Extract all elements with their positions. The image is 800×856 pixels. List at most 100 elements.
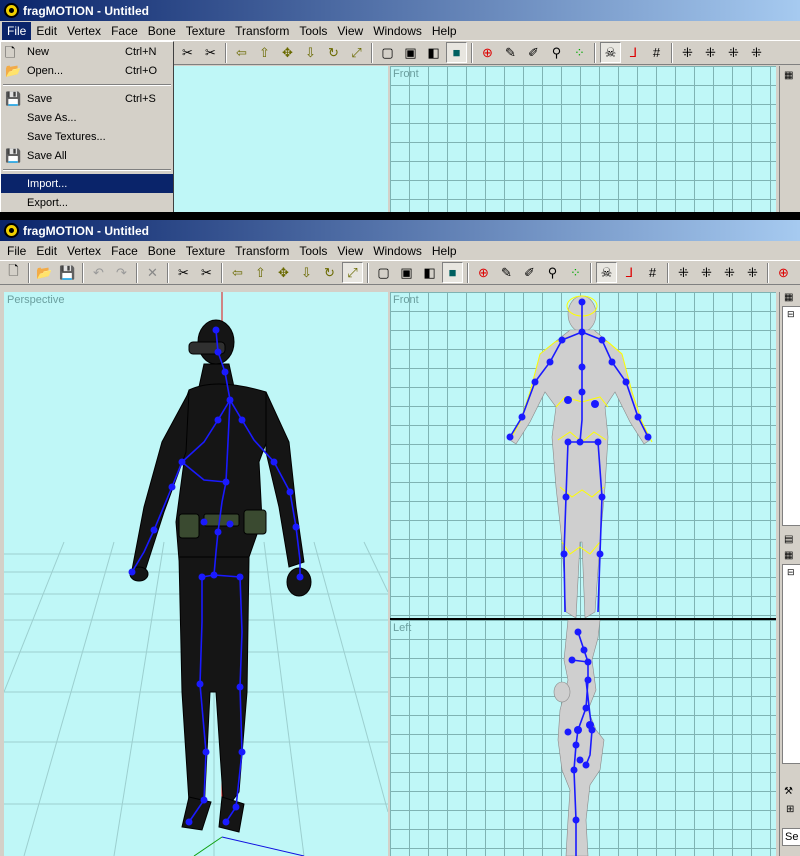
viewport-front[interactable]: Front — [390, 292, 776, 618]
menu-item-save-as[interactable]: Save As... — [1, 108, 173, 127]
bone-tool-icon[interactable]: ⚲ — [546, 42, 567, 63]
menu-transform[interactable]: Transform — [230, 22, 294, 40]
grid-icon[interactable]: # — [642, 262, 663, 283]
title-bar[interactable]: fragMOTION - Untitled — [0, 0, 800, 21]
menu-item-save-all[interactable]: 💾 Save All — [1, 146, 173, 165]
grid-icon[interactable]: # — [646, 42, 667, 63]
delete-icon[interactable]: ✕ — [142, 262, 163, 283]
move-icon[interactable]: ✥ — [277, 42, 298, 63]
scale-icon[interactable]: ⤢ — [346, 42, 367, 63]
menu-view[interactable]: View — [332, 22, 368, 40]
pen-icon[interactable]: ✎ — [500, 42, 521, 63]
panel-tab-icon[interactable]: ▤ — [784, 534, 793, 545]
menu-vertex[interactable]: Vertex — [62, 242, 106, 260]
snap-vertex-icon[interactable]: ⁜ — [719, 262, 740, 283]
panel-icon[interactable]: ▦ — [784, 292, 793, 303]
menu-windows[interactable]: Windows — [368, 242, 427, 260]
menu-transform[interactable]: Transform — [230, 242, 294, 260]
panel-icon-2[interactable]: ▦ — [784, 550, 793, 561]
move-left-icon[interactable]: ⇦ — [227, 262, 248, 283]
box-icon[interactable]: ▢ — [373, 262, 394, 283]
snap-grid-icon[interactable]: ⁜ — [700, 42, 721, 63]
target-icon[interactable]: ⊕ — [477, 42, 498, 63]
menu-help[interactable]: Help — [427, 242, 462, 260]
box-shaded-icon[interactable]: ◧ — [419, 262, 440, 283]
save-disk-icon[interactable]: 💾 — [57, 262, 78, 283]
select-bone-icon[interactable]: ✂ — [173, 262, 194, 283]
select-bone-icon[interactable]: ✂ — [177, 42, 198, 63]
menu-help[interactable]: Help — [427, 22, 462, 40]
viewport-front-top[interactable]: Front — [390, 66, 776, 212]
textured-icon[interactable]: ■ — [446, 42, 467, 63]
menu-texture[interactable]: Texture — [181, 242, 230, 260]
snap-icon[interactable]: ⁜ — [677, 42, 698, 63]
brush-icon[interactable]: ✐ — [523, 42, 544, 63]
tree-node-icon[interactable]: ⊞ — [786, 804, 794, 815]
axis-icon[interactable]: ⅃ — [623, 42, 644, 63]
menu-view[interactable]: View — [332, 242, 368, 260]
menu-item-export[interactable]: Export... — [1, 193, 173, 212]
menu-edit[interactable]: Edit — [31, 22, 62, 40]
move-icon[interactable]: ✥ — [273, 262, 294, 283]
points-icon[interactable]: ⁘ — [565, 262, 586, 283]
brush-icon[interactable]: ✐ — [519, 262, 540, 283]
scene-tree-panel[interactable]: ⊟ — [782, 306, 800, 526]
rotate-icon[interactable]: ↻ — [323, 42, 344, 63]
snap-vertex-icon[interactable]: ⁜ — [723, 42, 744, 63]
menu-tools[interactable]: Tools — [294, 242, 332, 260]
rotate-icon[interactable]: ↻ — [319, 262, 340, 283]
menu-item-new[interactable]: 🗋 New Ctrl+N — [1, 42, 173, 61]
snap-grid-icon[interactable]: ⁜ — [696, 262, 717, 283]
redo-icon[interactable]: ↷ — [111, 262, 132, 283]
box-shaded-icon[interactable]: ◧ — [423, 42, 444, 63]
menu-windows[interactable]: Windows — [368, 22, 427, 40]
target-icon[interactable]: ⊕ — [473, 262, 494, 283]
tree-expand-icon[interactable]: ⊟ — [787, 567, 795, 578]
menu-item-import[interactable]: Import... — [1, 174, 173, 193]
menu-face[interactable]: Face — [106, 22, 143, 40]
viewport-perspective-top[interactable] — [174, 66, 388, 212]
properties-tree-panel[interactable]: ⊟ — [782, 564, 800, 764]
points-icon[interactable]: ⁘ — [569, 42, 590, 63]
tree-expand-icon[interactable]: ⊟ — [787, 309, 795, 320]
move-left-icon[interactable]: ⇦ — [231, 42, 252, 63]
menu-item-open[interactable]: 📂 Open... Ctrl+O — [1, 61, 173, 80]
deselect-icon[interactable]: ✂ — [200, 42, 221, 63]
menu-file[interactable]: File — [2, 242, 31, 260]
menu-item-save-textures[interactable]: Save Textures... — [1, 127, 173, 146]
title-bar[interactable]: fragMOTION - Untitled — [0, 220, 800, 241]
viewport-perspective[interactable]: Perspective — [4, 292, 388, 856]
menu-item-save[interactable]: 💾 Save Ctrl+S — [1, 89, 173, 108]
menu-edit[interactable]: Edit — [31, 242, 62, 260]
box-filled-icon[interactable]: ▣ — [400, 42, 421, 63]
skeleton-icon[interactable]: ☠ — [600, 42, 621, 63]
panel-icon[interactable]: ▦ — [784, 70, 793, 81]
move-up-icon[interactable]: ⇧ — [250, 262, 271, 283]
pen-icon[interactable]: ✎ — [496, 262, 517, 283]
snap-icon[interactable]: ⁜ — [673, 262, 694, 283]
menu-vertex[interactable]: Vertex — [62, 22, 106, 40]
snap-bone-icon[interactable]: ⁜ — [746, 42, 767, 63]
menu-bone[interactable]: Bone — [143, 242, 181, 260]
menu-tools[interactable]: Tools — [294, 22, 332, 40]
bone-tool-icon[interactable]: ⚲ — [542, 262, 563, 283]
scale-icon[interactable]: ⤢ — [342, 262, 363, 283]
tools-icon[interactable]: ⚒ — [784, 786, 793, 797]
open-folder-icon[interactable]: 📂 — [34, 262, 55, 283]
move-down-icon[interactable]: ⇩ — [296, 262, 317, 283]
move-up-icon[interactable]: ⇧ — [254, 42, 275, 63]
menu-bone[interactable]: Bone — [143, 22, 181, 40]
move-down-icon[interactable]: ⇩ — [300, 42, 321, 63]
textured-icon[interactable]: ■ — [442, 262, 463, 283]
undo-icon[interactable]: ↶ — [88, 262, 109, 283]
box-icon[interactable]: ▢ — [377, 42, 398, 63]
new-file-icon[interactable]: 🗋 — [3, 262, 24, 283]
menu-texture[interactable]: Texture — [181, 22, 230, 40]
box-filled-icon[interactable]: ▣ — [396, 262, 417, 283]
menu-file[interactable]: File — [2, 21, 32, 40]
skeleton-icon[interactable]: ☠ — [596, 262, 617, 283]
deselect-icon[interactable]: ✂ — [196, 262, 217, 283]
axis-icon[interactable]: ⅃ — [619, 262, 640, 283]
snap-bone-icon[interactable]: ⁜ — [742, 262, 763, 283]
menu-face[interactable]: Face — [106, 242, 143, 260]
